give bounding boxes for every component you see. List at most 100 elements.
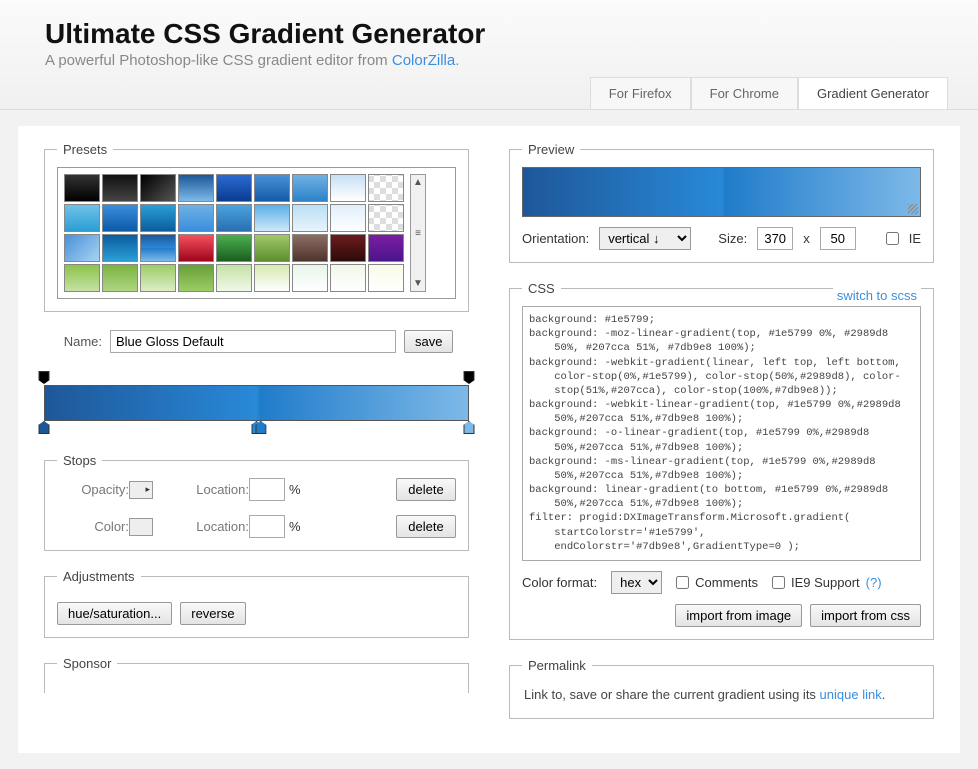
preset-swatch[interactable] [368, 174, 404, 202]
color-value-chip[interactable] [129, 518, 153, 536]
reverse-button[interactable]: reverse [180, 602, 245, 625]
ie-checkbox[interactable] [886, 232, 899, 245]
ie-label: IE [909, 231, 921, 246]
hue-saturation-button[interactable]: hue/saturation... [57, 602, 172, 625]
main-content: Presets ▲ ≡ ▼ Name: save Stops Opac [18, 126, 960, 753]
preset-swatch[interactable] [64, 204, 100, 232]
preset-swatch[interactable] [140, 234, 176, 262]
color-location-input[interactable] [249, 515, 285, 538]
comments-checkbox[interactable] [676, 576, 689, 589]
preset-swatch[interactable] [292, 204, 328, 232]
resize-grip-icon[interactable] [908, 204, 918, 214]
preset-swatch[interactable] [330, 204, 366, 232]
opacity-location-input[interactable] [249, 478, 285, 501]
presets-legend: Presets [57, 142, 113, 157]
preset-swatch[interactable] [330, 174, 366, 202]
scroll-down-icon[interactable]: ▼ [413, 276, 423, 291]
save-button[interactable]: save [404, 330, 453, 353]
tab-chrome[interactable]: For Chrome [691, 77, 798, 109]
stops-panel: Stops Opacity: ▸ Location: % delete Colo… [44, 453, 469, 551]
preset-swatch[interactable] [178, 264, 214, 292]
preset-swatch[interactable] [368, 234, 404, 262]
scroll-thumb[interactable]: ≡ [415, 226, 421, 241]
colorzilla-link[interactable]: ColorZilla [392, 52, 455, 69]
preset-swatch[interactable] [368, 264, 404, 292]
height-input[interactable] [820, 227, 856, 250]
page-title: Ultimate CSS Gradient Generator [45, 18, 948, 50]
preset-swatch[interactable] [292, 264, 328, 292]
preset-swatch[interactable] [368, 204, 404, 232]
color-delete-button[interactable]: delete [396, 515, 456, 538]
color-format-label: Color format: [522, 575, 597, 590]
preset-swatch[interactable] [216, 174, 252, 202]
preset-swatch[interactable] [178, 174, 214, 202]
opacity-value-chip[interactable]: ▸ [129, 481, 153, 499]
css-legend: CSS [522, 281, 561, 296]
preset-swatch[interactable] [102, 234, 138, 262]
sponsor-panel: Sponsor [44, 656, 469, 693]
color-stops-track[interactable] [44, 421, 469, 435]
preset-swatch[interactable] [102, 264, 138, 292]
permalink-panel: Permalink Link to, save or share the cur… [509, 658, 934, 719]
color-stop-marker[interactable] [39, 421, 50, 434]
preset-swatch[interactable] [254, 204, 290, 232]
opacity-stops-track[interactable] [44, 371, 469, 385]
width-input[interactable] [757, 227, 793, 250]
gradient-bar[interactable] [44, 385, 469, 421]
right-column: Preview Orientation: vertical ↓ Size: x … [509, 142, 934, 737]
preset-swatches [64, 174, 404, 292]
preset-swatch[interactable] [64, 174, 100, 202]
sponsor-legend: Sponsor [57, 656, 117, 671]
css-panel: CSS switch to scss background: #1e5799; … [509, 281, 934, 640]
permalink-link[interactable]: unique link [820, 687, 882, 702]
color-format-select[interactable]: hex [611, 571, 662, 594]
preset-swatch[interactable] [254, 174, 290, 202]
preset-swatch[interactable] [330, 234, 366, 262]
preset-swatch[interactable] [178, 234, 214, 262]
preset-swatch[interactable] [216, 234, 252, 262]
tagline: A powerful Photoshop-like CSS gradient e… [45, 52, 948, 69]
adjustments-legend: Adjustments [57, 569, 141, 584]
opacity-stop-marker[interactable] [464, 371, 475, 384]
opacity-stop-marker[interactable] [39, 371, 50, 384]
name-input[interactable] [110, 330, 396, 353]
preset-swatch[interactable] [64, 234, 100, 262]
import-image-button[interactable]: import from image [675, 604, 802, 627]
preset-swatch[interactable] [102, 204, 138, 232]
switch-scss-link[interactable]: switch to scss [833, 288, 921, 303]
preset-swatch[interactable] [64, 264, 100, 292]
preset-swatch[interactable] [102, 174, 138, 202]
opacity-label: Opacity: [57, 482, 129, 497]
css-output[interactable]: background: #1e5799; background: -moz-li… [522, 306, 921, 561]
preset-swatch[interactable] [254, 234, 290, 262]
orientation-label: Orientation: [522, 231, 589, 246]
ie9-checkbox[interactable] [772, 576, 785, 589]
ie9-label: IE9 Support [791, 575, 860, 590]
page-header: Ultimate CSS Gradient Generator A powerf… [0, 0, 978, 110]
gradient-editor [44, 371, 469, 435]
orientation-select[interactable]: vertical ↓ [599, 227, 691, 250]
preset-swatch[interactable] [140, 264, 176, 292]
preset-swatch[interactable] [330, 264, 366, 292]
name-label: Name: [44, 334, 102, 349]
tab-firefox[interactable]: For Firefox [590, 77, 691, 109]
presets-scrollbar[interactable]: ▲ ≡ ▼ [410, 174, 426, 292]
opacity-delete-button[interactable]: delete [396, 478, 456, 501]
adjustments-panel: Adjustments hue/saturation... reverse [44, 569, 469, 638]
import-css-button[interactable]: import from css [810, 604, 921, 627]
preset-swatch[interactable] [140, 174, 176, 202]
ie9-help-link[interactable]: (?) [866, 575, 882, 590]
opacity-location-label: Location: [183, 482, 249, 497]
preset-swatch[interactable] [292, 234, 328, 262]
preset-swatch[interactable] [254, 264, 290, 292]
preset-swatch[interactable] [216, 264, 252, 292]
preset-swatch[interactable] [216, 204, 252, 232]
tab-gradient-generator[interactable]: Gradient Generator [798, 77, 948, 109]
name-row: Name: save [44, 330, 469, 353]
comments-label: Comments [695, 575, 758, 590]
preset-swatch[interactable] [178, 204, 214, 232]
preset-swatch[interactable] [140, 204, 176, 232]
scroll-up-icon[interactable]: ▲ [413, 175, 423, 190]
preset-swatch[interactable] [292, 174, 328, 202]
color-stop-marker[interactable] [464, 421, 475, 434]
